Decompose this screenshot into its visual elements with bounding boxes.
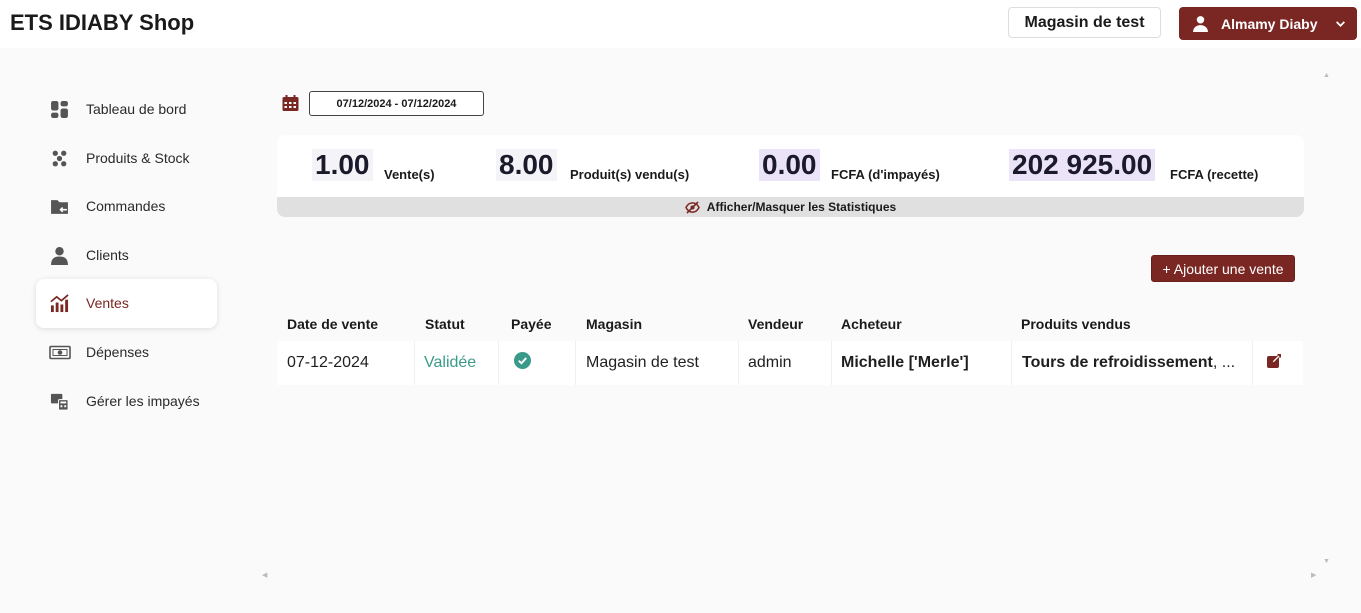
cell-divider (738, 341, 739, 385)
scroll-right-icon[interactable]: ▶ (1311, 571, 1316, 579)
cell-divider (831, 341, 832, 385)
cell-divider (1011, 341, 1012, 385)
sidebar-item-orders[interactable]: Commandes (36, 182, 217, 231)
chart-icon (50, 294, 69, 313)
chevron-down-icon (1336, 21, 1345, 27)
stat-revenue-amount: 202 925.00 (1009, 149, 1156, 181)
sidebar-item-label: Clients (86, 246, 129, 263)
folder-icon (51, 200, 68, 215)
column-header-products[interactable]: Produits vendus (1021, 316, 1131, 332)
scroll-down-icon[interactable]: ▼ (1323, 558, 1330, 565)
cell-products-main: Tours de refroidissement (1022, 354, 1213, 371)
scroll-up-icon[interactable]: ▲ (1323, 72, 1330, 79)
cell-divider (1252, 341, 1253, 385)
stat-revenue-label: FCFA (recette) (1170, 167, 1259, 182)
eye-slash-icon (684, 200, 700, 214)
stat-sales-label: Vente(s) (384, 167, 435, 182)
app-title: ETS IDIABY Shop (10, 10, 195, 35)
stat-products-sold: 8.00 (496, 149, 557, 181)
stats-card: 1.00 Vente(s) 8.00 Produit(s) vendu(s) 0… (277, 135, 1304, 217)
products-icon (52, 150, 67, 167)
sidebar-item-products[interactable]: Produits & Stock (36, 134, 217, 183)
stat-products-label: Produit(s) vendu(s) (570, 167, 690, 182)
calendar-icon[interactable] (281, 94, 300, 112)
sidebar-item-clients[interactable]: Clients (36, 231, 217, 280)
stat-sales-count: 1.00 (312, 149, 373, 181)
scroll-left-icon[interactable]: ◀ (262, 571, 267, 579)
cell-products-more: , ... (1212, 354, 1236, 371)
sidebar-item-unpaid[interactable]: Gérer les impayés (36, 377, 217, 426)
edit-icon[interactable] (1266, 353, 1282, 369)
toggle-stats-button[interactable]: Afficher/Masquer les Statistiques (277, 197, 1304, 217)
sidebar-item-label: Commandes (86, 198, 166, 215)
user-menu-button[interactable]: Almamy Diaby (1179, 7, 1357, 40)
sidebar-item-label: Tableau de bord (86, 101, 187, 117)
check-circle-icon (514, 352, 531, 369)
user-icon (51, 246, 68, 265)
table-header: Date de vente Statut Payée Magasin Vende… (277, 305, 1303, 341)
money-icon (49, 345, 71, 360)
sidebar-item-label: Gérer les impayés (86, 392, 200, 409)
store-selector-button[interactable]: Magasin de test (1008, 7, 1161, 38)
sales-table: Date de vente Statut Payée Magasin Vende… (277, 305, 1303, 385)
cell-status: Validée (424, 354, 477, 371)
sidebar: Tableau de bord Produits & Stock Command… (36, 85, 217, 425)
toggle-stats-label: Afficher/Masquer les Statistiques (706, 200, 897, 214)
date-range-input[interactable]: 07/12/2024 - 07/12/2024 (309, 91, 484, 116)
cell-products: Tours de refroidissement, ... (1022, 354, 1235, 372)
cell-buyer: Michelle ['Merle'] (841, 354, 969, 371)
user-icon (1193, 16, 1208, 32)
calculator-icon (50, 393, 69, 411)
cell-seller: admin (748, 354, 792, 371)
column-header-status[interactable]: Statut (425, 316, 465, 332)
sidebar-item-expenses[interactable]: Dépenses (36, 328, 217, 377)
stat-unpaid-label: FCFA (d'impayés) (831, 167, 940, 182)
column-header-paid[interactable]: Payée (511, 316, 551, 332)
column-header-seller[interactable]: Vendeur (748, 316, 803, 332)
sidebar-item-label: Produits & Stock (86, 149, 190, 166)
sidebar-item-label: Dépenses (86, 343, 150, 360)
cell-divider (414, 341, 415, 385)
add-sale-button[interactable]: + Ajouter une vente (1151, 255, 1295, 282)
column-header-date[interactable]: Date de vente (287, 316, 378, 332)
table-row[interactable]: 07-12-2024 Validée Magasin de test admin… (277, 341, 1303, 385)
cell-divider (575, 341, 576, 385)
top-bar: ETS IDIABY Shop Magasin de test Almamy D… (0, 0, 1361, 48)
cell-store: Magasin de test (586, 354, 699, 371)
user-name: Almamy Diaby (1221, 16, 1318, 32)
sidebar-item-label: Ventes (86, 295, 129, 312)
sidebar-item-sales[interactable]: Ventes (36, 279, 217, 328)
dashboard-icon (51, 101, 68, 118)
cell-date: 07-12-2024 (287, 354, 369, 371)
cell-divider (498, 341, 499, 385)
sidebar-item-dashboard[interactable]: Tableau de bord (36, 85, 217, 134)
column-header-buyer[interactable]: Acheteur (841, 316, 902, 332)
stat-unpaid-amount: 0.00 (759, 149, 820, 181)
column-header-store[interactable]: Magasin (586, 316, 642, 332)
